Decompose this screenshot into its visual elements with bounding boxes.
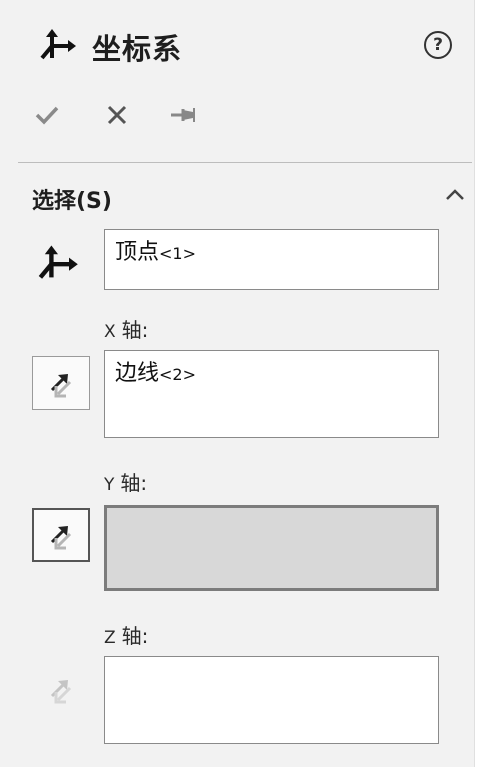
collapse-section-button[interactable] [443,186,467,204]
origin-count: <1> [159,244,197,263]
z-axis-selection-field[interactable] [104,656,439,744]
y-axis-label: Y 轴: [104,467,147,496]
cancel-button[interactable] [100,98,134,132]
coordinate-system-panel: 坐标系 ? 选择(S) 顶点<1> X 轴: 边线<2> Y 轴: Z 轴: [0,0,475,767]
help-icon[interactable]: ? [424,31,452,59]
selection-section-label: 选择(S) [32,189,112,214]
close-icon [107,105,127,125]
x-axis-letter: X [104,322,116,342]
origin-value: 顶点 [115,240,160,265]
pin-icon [171,108,195,122]
y-axis-text: 轴: [120,471,148,495]
coordinate-system-icon [38,24,78,64]
reverse-direction-icon [50,374,72,398]
ok-button[interactable] [30,98,64,132]
x-axis-count: <2> [159,365,197,384]
x-axis-reverse-button[interactable] [32,356,90,410]
reverse-direction-icon [50,526,72,550]
chevron-up-icon [446,189,464,200]
origin-selection-field[interactable]: 顶点<1> [104,229,439,290]
pin-button[interactable] [166,98,200,132]
origin-icon [36,240,80,284]
z-axis-text: 轴: [121,624,149,648]
divider [18,162,472,163]
z-axis-label: Z 轴: [104,620,148,649]
panel-title: 坐标系 [92,32,183,66]
x-axis-selection-field[interactable]: 边线<2> [104,350,439,438]
reverse-direction-icon [50,680,72,704]
y-axis-reverse-button[interactable] [32,508,90,562]
x-axis-value: 边线 [115,361,160,386]
x-axis-label: X 轴: [104,314,148,343]
check-icon [35,106,59,125]
y-axis-letter: Y [104,475,115,495]
z-axis-reverse-button[interactable] [32,662,90,716]
y-axis-selection-field[interactable] [104,505,439,591]
x-axis-text: 轴: [121,318,149,342]
z-axis-letter: Z [104,628,116,648]
